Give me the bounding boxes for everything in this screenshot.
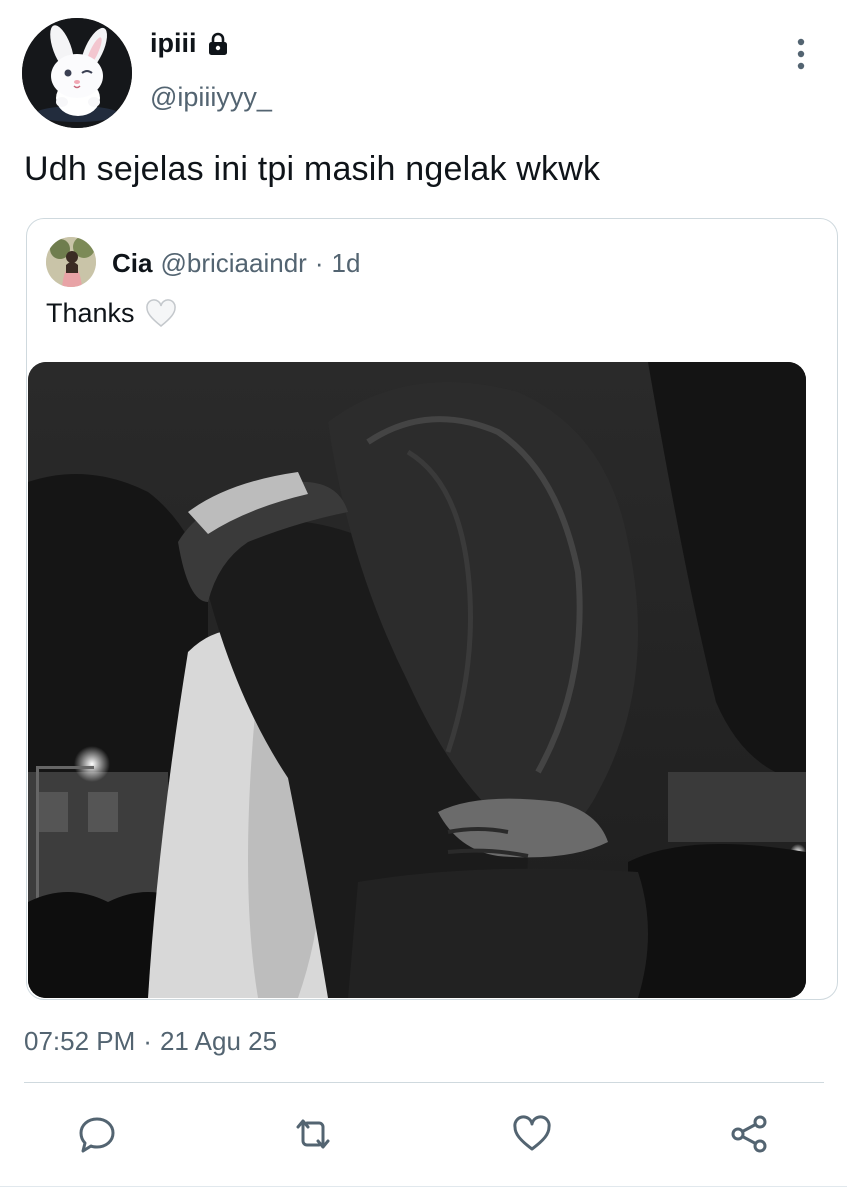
bottom-divider xyxy=(0,1186,847,1187)
reply-icon[interactable] xyxy=(76,1113,118,1155)
quoted-author-avatar[interactable] xyxy=(46,237,96,287)
tweet-text: Udh sejelas ini tpi masih ngelak wkwk xyxy=(24,150,601,188)
author-name-row: ipiii xyxy=(150,28,231,59)
more-options-icon[interactable] xyxy=(784,34,818,74)
tweet-date: 21 Agu 25 xyxy=(159,1026,278,1056)
white-heart-icon xyxy=(145,298,177,329)
author-handle[interactable]: @ipiiiyyy_ xyxy=(150,82,272,113)
quoted-avatar-image xyxy=(46,237,96,287)
author-avatar[interactable] xyxy=(22,18,132,128)
bunny-avatar-image xyxy=(22,18,132,128)
author-display-name[interactable]: ipiii xyxy=(150,28,197,59)
quoted-author-handle[interactable]: @briciaaindr xyxy=(160,248,306,279)
tweet-time: 07:52 PM xyxy=(24,1026,136,1056)
retweet-icon[interactable] xyxy=(292,1113,334,1155)
quoted-tweet-age[interactable]: 1d xyxy=(331,248,360,279)
tweet-timestamp[interactable]: 07:52 PM · 21 Agu 25 xyxy=(24,1026,277,1057)
quoted-tweet-photo[interactable] xyxy=(28,362,806,998)
timestamp-separator: · xyxy=(143,1026,152,1056)
quoted-tweet-text-row: Thanks xyxy=(46,298,177,329)
lock-icon xyxy=(205,31,231,57)
heart-icon[interactable] xyxy=(511,1113,553,1155)
share-icon[interactable] xyxy=(728,1113,770,1155)
quoted-separator: · xyxy=(314,248,324,278)
quoted-tweet-header: Cia @briciaaindr · 1d xyxy=(112,248,360,279)
photo-icon xyxy=(28,362,806,998)
action-bar-divider xyxy=(24,1082,824,1083)
quoted-tweet-text: Thanks xyxy=(46,298,135,328)
quoted-author-name[interactable]: Cia xyxy=(112,248,152,279)
